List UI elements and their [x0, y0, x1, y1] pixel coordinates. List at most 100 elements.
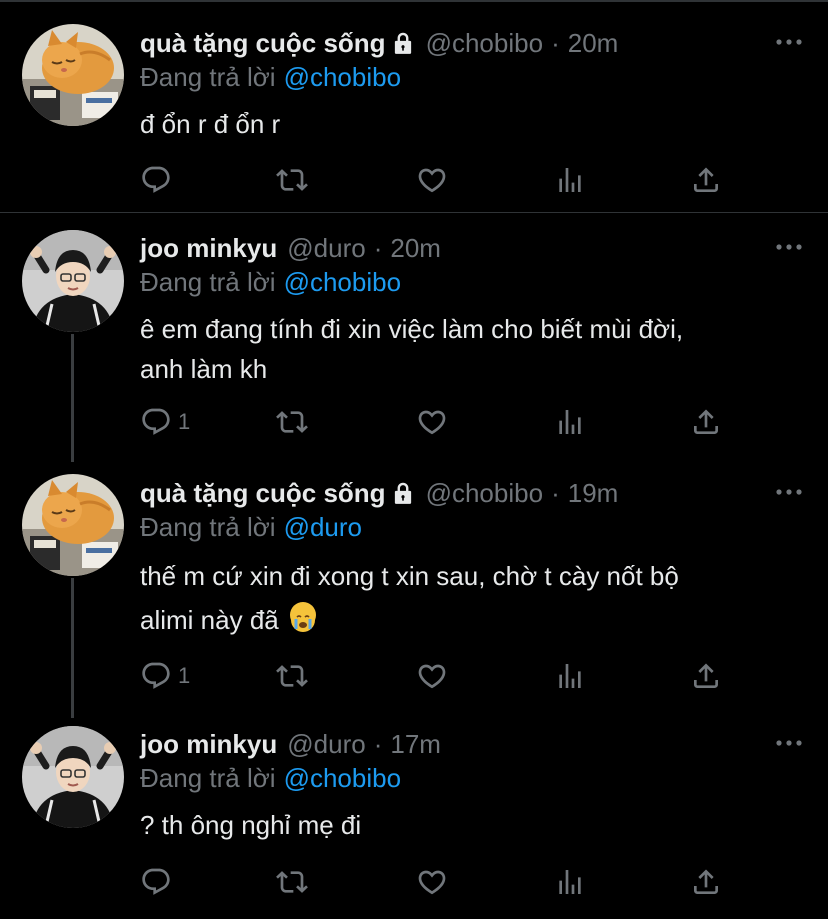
timestamp[interactable]: 20m	[390, 233, 441, 264]
views-button[interactable]	[554, 864, 586, 900]
tweet-text: ? th ông nghỉ mẹ đi	[140, 810, 362, 840]
tweet-text: đ ổn r đ ổn r	[140, 109, 281, 139]
heart-icon	[416, 406, 448, 438]
handle[interactable]: @duro	[287, 729, 365, 760]
avatar-person[interactable]	[22, 230, 124, 332]
timestamp[interactable]: 17m	[390, 729, 441, 760]
more-icon[interactable]	[774, 237, 804, 257]
share-icon	[690, 660, 722, 692]
share-button[interactable]	[690, 864, 722, 900]
mention-link[interactable]: @chobibo	[284, 763, 401, 794]
retweet-button[interactable]	[276, 658, 308, 694]
analytics-icon	[554, 866, 586, 898]
lock-icon	[390, 480, 416, 506]
share-button[interactable]	[690, 658, 722, 694]
separator-dot: ·	[551, 27, 560, 58]
timestamp[interactable]: 20m	[568, 28, 619, 59]
views-button[interactable]	[554, 162, 586, 198]
like-button[interactable]	[416, 162, 448, 198]
more-icon[interactable]	[774, 32, 804, 52]
views-button[interactable]	[554, 404, 586, 440]
mention-link[interactable]: @chobibo	[284, 62, 401, 93]
share-icon	[690, 406, 722, 438]
like-button[interactable]	[416, 658, 448, 694]
tweet-header: joo minkyu @duro · 17m	[140, 727, 804, 761]
views-button[interactable]	[554, 658, 586, 694]
handle[interactable]: @duro	[287, 233, 365, 264]
more-icon[interactable]	[774, 733, 804, 753]
tweet-2[interactable]: joo minkyu @duro · 20m Đang trả lời @cho…	[0, 212, 828, 462]
heart-icon	[416, 660, 448, 692]
reply-button[interactable]	[140, 864, 178, 900]
replying-to-label: Đang trả lời	[140, 61, 276, 92]
action-bar: 1	[140, 658, 740, 694]
loudly-crying-face-icon	[289, 602, 316, 632]
separator-dot: ·	[373, 232, 383, 263]
tweet-content: joo minkyu @duro · 17m Đang trả lời @cho…	[140, 727, 804, 845]
retweet-button[interactable]	[276, 404, 308, 440]
replying-to: Đang trả lời @duro	[140, 510, 804, 544]
avatar-cat[interactable]	[22, 24, 124, 126]
analytics-icon	[554, 406, 586, 438]
action-bar	[140, 864, 740, 900]
share-icon	[690, 164, 722, 196]
handle[interactable]: @chobibo	[426, 478, 543, 509]
display-name[interactable]: quà tặng cuộc sống	[140, 28, 386, 59]
reply-button[interactable]: 1	[140, 404, 190, 440]
tweet-text: ê em đang tính đi xin việc làm cho biết …	[140, 309, 804, 389]
mention-link[interactable]: @chobibo	[284, 267, 401, 298]
tweet-text-line: alimi này đã	[140, 605, 279, 635]
replying-to-label: Đang trả lời	[140, 266, 276, 297]
avatar-cat[interactable]	[22, 474, 124, 576]
analytics-icon	[554, 660, 586, 692]
action-bar: 1	[140, 404, 740, 440]
tweet-content: quà tặng cuộc sống @chobibo · 19m Đang t…	[140, 476, 804, 642]
tweet-content: quà tặng cuộc sống @chobibo · 20m Đang t…	[140, 26, 804, 144]
tweet-header: quà tặng cuộc sống @chobibo · 20m	[140, 26, 804, 60]
replying-to-label: Đang trả lời	[140, 511, 276, 542]
timestamp[interactable]: 19m	[568, 478, 619, 509]
reply-icon	[140, 866, 172, 898]
more-icon[interactable]	[774, 482, 804, 502]
share-icon	[690, 866, 722, 898]
tweet-3[interactable]: quà tặng cuộc sống @chobibo · 19m Đang t…	[0, 462, 828, 718]
handle[interactable]: @chobibo	[426, 28, 543, 59]
tweet-text-line: thế m cứ xin đi xong t xin sau, chờ t cà…	[140, 561, 679, 591]
retweet-icon	[276, 866, 308, 898]
tweet-text-line: ê em đang tính đi xin việc làm cho biết …	[140, 314, 684, 344]
display-name[interactable]: joo minkyu	[140, 233, 277, 264]
replying-to: Đang trả lời @chobibo	[140, 265, 804, 299]
reply-button[interactable]	[140, 162, 178, 198]
heart-icon	[416, 866, 448, 898]
tweet-header: joo minkyu @duro · 20m	[140, 231, 804, 265]
replying-to: Đang trả lời @chobibo	[140, 60, 804, 94]
mention-link[interactable]: @duro	[284, 512, 362, 543]
reply-button[interactable]: 1	[140, 658, 190, 694]
retweet-icon	[276, 164, 308, 196]
reply-count: 1	[178, 409, 191, 434]
avatar-person[interactable]	[22, 726, 124, 828]
tweet-text-line: anh làm kh	[140, 354, 268, 384]
replying-to-label: Đang trả lời	[140, 762, 276, 793]
separator-dot: ·	[373, 728, 383, 759]
like-button[interactable]	[416, 864, 448, 900]
reply-icon	[140, 660, 172, 692]
tweet-4[interactable]: joo minkyu @duro · 17m Đang trả lời @cho…	[0, 718, 828, 919]
retweet-button[interactable]	[276, 864, 308, 900]
lock-icon	[390, 30, 416, 56]
retweet-icon	[276, 660, 308, 692]
share-button[interactable]	[690, 404, 722, 440]
display-name[interactable]: quà tặng cuộc sống	[140, 478, 386, 509]
tweet-1[interactable]: quà tặng cuộc sống @chobibo · 20m Đang t…	[0, 0, 828, 212]
action-bar	[140, 162, 740, 198]
tweet-text: thế m cứ xin đi xong t xin sau, chờ t cà…	[140, 554, 804, 642]
analytics-icon	[554, 164, 586, 196]
display-name[interactable]: joo minkyu	[140, 729, 277, 760]
retweet-icon	[276, 406, 308, 438]
reply-count: 1	[178, 663, 191, 688]
retweet-button[interactable]	[276, 162, 308, 198]
replying-to: Đang trả lời @chobibo	[140, 761, 804, 795]
share-button[interactable]	[690, 162, 722, 198]
like-button[interactable]	[416, 404, 448, 440]
tweet-text-line-2: alimi này đã	[140, 598, 804, 642]
